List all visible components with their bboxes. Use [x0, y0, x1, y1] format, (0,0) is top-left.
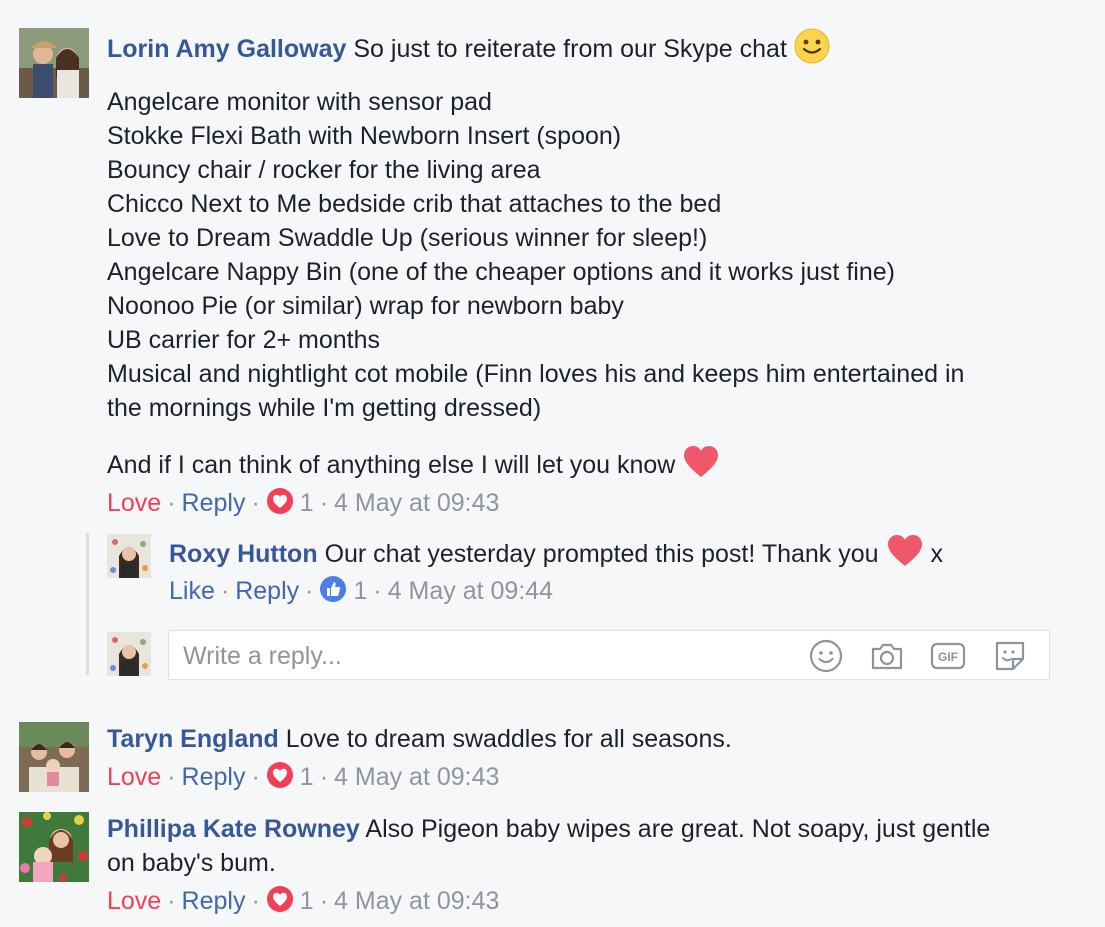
reply-link[interactable]: Reply	[235, 577, 299, 605]
avatar	[107, 632, 151, 676]
reply-composer: GIF	[168, 630, 1050, 680]
list-item: Chicco Next to Me bedside crib that atta…	[107, 190, 722, 218]
list-item: Bouncy chair / rocker for the living are…	[107, 156, 541, 184]
love-reaction-icon[interactable]	[266, 487, 294, 524]
reply-link[interactable]: Reply	[182, 887, 246, 915]
svg-text:GIF: GIF	[938, 650, 958, 664]
reply-thread-line	[86, 533, 89, 675]
smile-emoji-icon	[794, 28, 830, 73]
camera-icon[interactable]	[868, 637, 906, 675]
like-reaction-link[interactable]: Like	[169, 577, 215, 605]
reply-timestamp[interactable]: 4 May at 09:44	[388, 577, 553, 605]
reply-link[interactable]: Reply	[182, 489, 246, 517]
reply-actions: Like · Reply · 1 · 4 May at 09:44	[169, 574, 553, 612]
heart-emoji-icon	[886, 534, 924, 577]
avatar[interactable]	[19, 28, 89, 98]
reaction-count[interactable]: 1	[353, 577, 367, 605]
like-reaction-icon[interactable]	[319, 575, 347, 612]
list-item: the mornings while I'm getting dressed)	[107, 394, 542, 422]
comment-actions: Love · Reply · 1 · 4 May at 09:43	[107, 760, 499, 798]
reply-header: Roxy Hutton Our chat yesterday prompted …	[169, 534, 943, 577]
reply-text-suffix: x	[930, 540, 943, 569]
reply-input[interactable]	[181, 637, 745, 675]
reaction-count[interactable]: 1	[300, 763, 314, 791]
avatar[interactable]	[19, 812, 89, 882]
list-item: UB carrier for 2+ months	[107, 326, 381, 354]
list-item: Stokke Flexi Bath with Newborn Insert (s…	[107, 122, 622, 150]
avatar[interactable]	[19, 722, 89, 792]
comment-list: Angelcare monitor with sensor pad Stokke…	[107, 85, 964, 425]
sticker-icon[interactable]	[991, 637, 1029, 675]
comment-text: on baby's bum.	[107, 849, 276, 877]
reaction-count[interactable]: 1	[300, 489, 314, 517]
comment-text: And if I can think of anything else I wi…	[107, 451, 676, 480]
comment-text: Also Pigeon baby wipes are great. Not so…	[365, 815, 991, 843]
list-item: Noonoo Pie (or similar) wrap for newborn…	[107, 292, 624, 320]
reply-text: Our chat yesterday prompted this post! T…	[324, 540, 879, 569]
comment-actions: Love · Reply · 1 · 4 May at 09:43	[107, 884, 499, 922]
love-reaction-link[interactable]: Love	[107, 489, 161, 517]
reply-link[interactable]: Reply	[182, 763, 246, 791]
comment-actions: Love · Reply · 1 · 4 May at 09:43	[107, 486, 499, 524]
avatar[interactable]	[107, 534, 151, 578]
reaction-count[interactable]: 1	[300, 887, 314, 915]
list-item: Love to Dream Swaddle Up (serious winner…	[107, 224, 708, 252]
comment-timestamp[interactable]: 4 May at 09:43	[334, 887, 499, 915]
comment-body: Phillipa Kate Rowney Also Pigeon baby wi…	[107, 812, 990, 880]
list-item: Musical and nightlight cot mobile (Finn …	[107, 360, 965, 388]
heart-emoji-icon	[682, 445, 720, 488]
comment-timestamp[interactable]: 4 May at 09:43	[334, 489, 499, 517]
list-item: Angelcare monitor with sensor pad	[107, 88, 492, 116]
list-item: Angelcare Nappy Bin (one of the cheaper …	[107, 258, 895, 286]
reply-author-link[interactable]: Roxy Hutton	[169, 540, 318, 568]
smiley-icon[interactable]	[807, 637, 845, 675]
comment-author-link[interactable]: Taryn England	[107, 725, 279, 753]
love-reaction-link[interactable]: Love	[107, 763, 161, 791]
gif-icon[interactable]: GIF	[929, 637, 967, 675]
comment-closing: And if I can think of anything else I wi…	[107, 445, 720, 488]
comment-header: Taryn England Love to dream swaddles for…	[107, 722, 732, 756]
comment-header: Lorin Amy Galloway So just to reiterate …	[107, 28, 830, 73]
comment-author-link[interactable]: Lorin Amy Galloway	[107, 35, 346, 63]
comment-text: Love to dream swaddles for all seasons.	[285, 725, 732, 753]
comment-timestamp[interactable]: 4 May at 09:43	[334, 763, 499, 791]
comment-author-link[interactable]: Phillipa Kate Rowney	[107, 815, 360, 843]
comment-text: So just to reiterate from our Skype chat	[353, 35, 787, 64]
love-reaction-icon[interactable]	[266, 885, 294, 922]
love-reaction-link[interactable]: Love	[107, 887, 161, 915]
love-reaction-icon[interactable]	[266, 761, 294, 798]
